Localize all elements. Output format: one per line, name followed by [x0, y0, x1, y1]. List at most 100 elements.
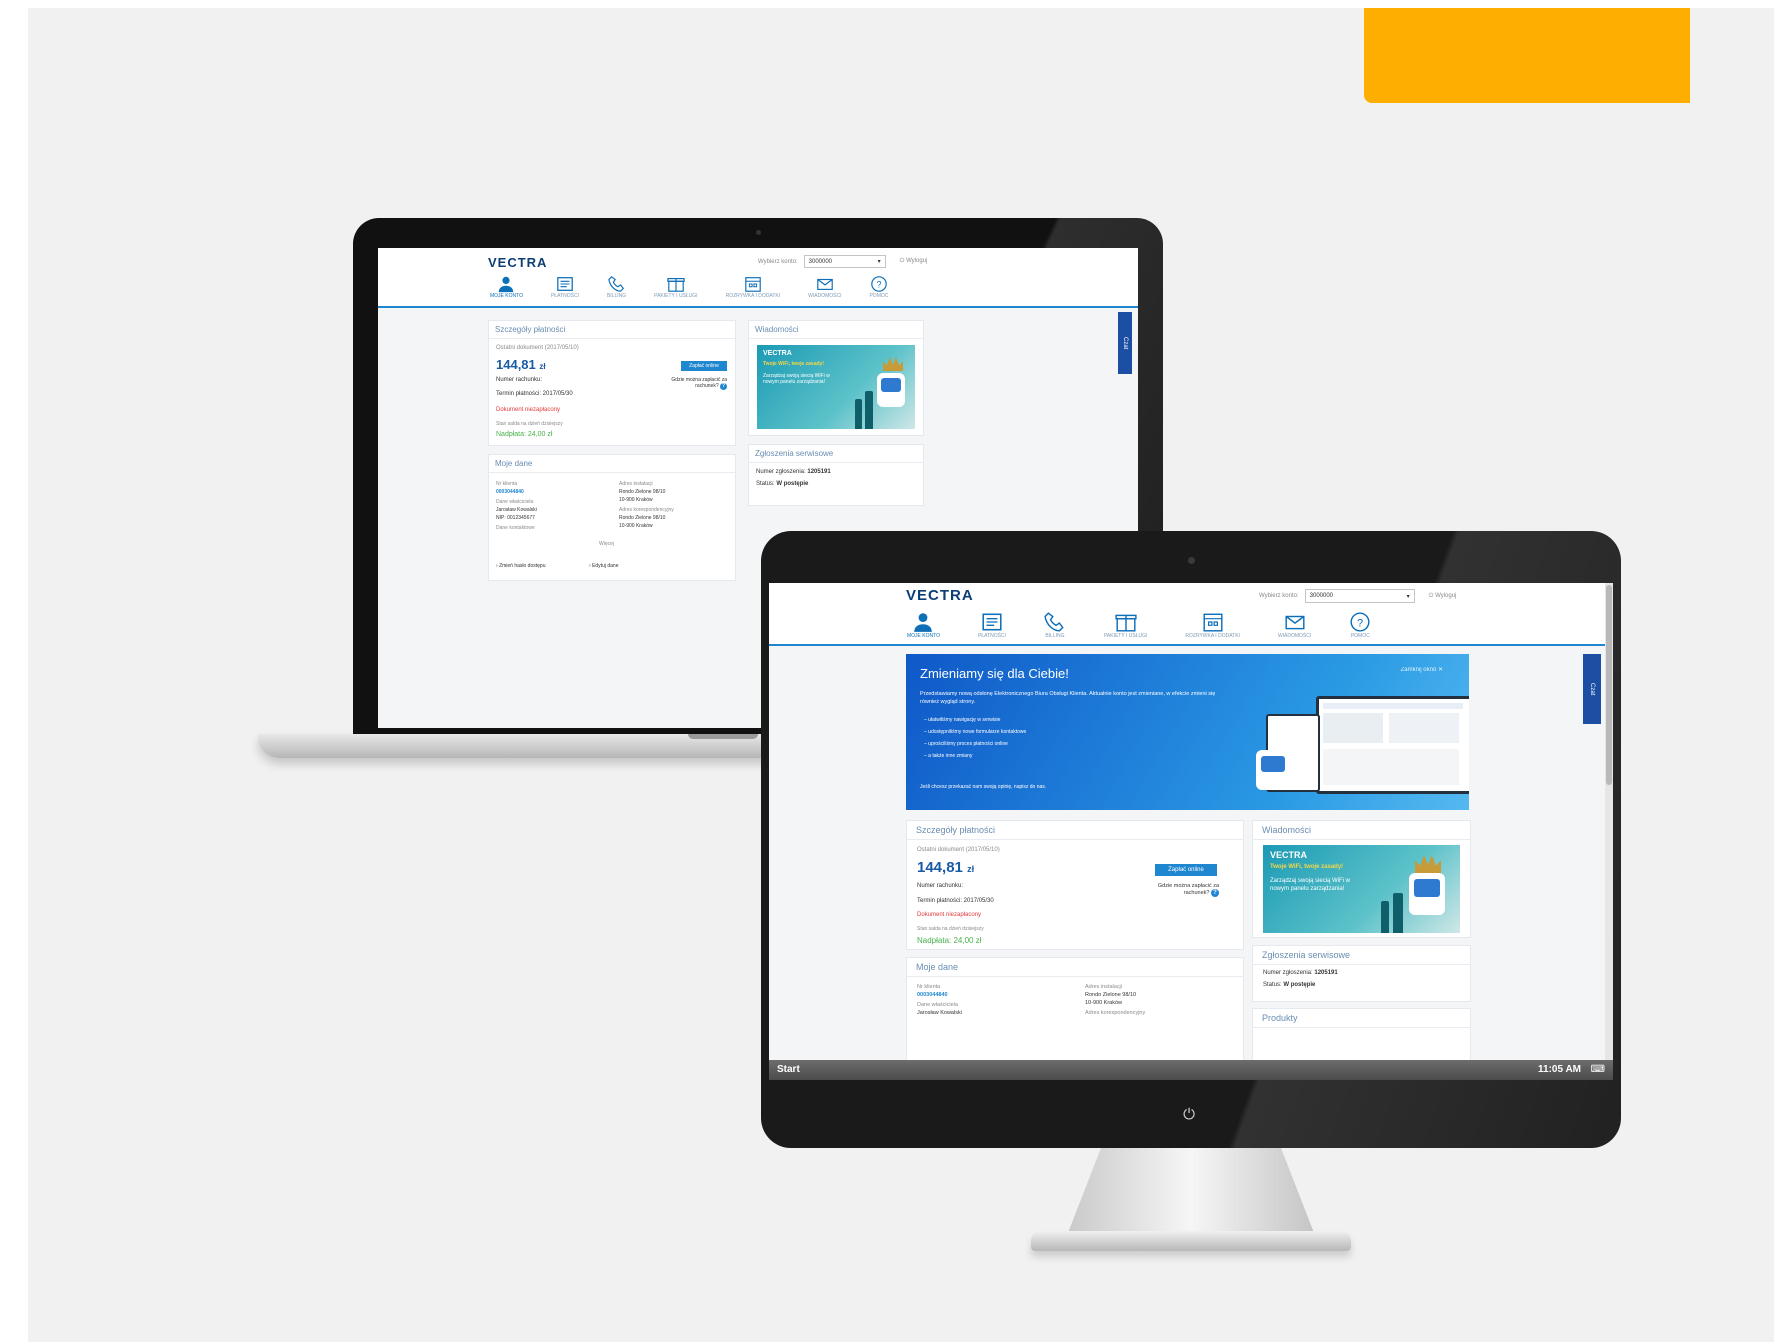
nav-moje-konto[interactable]: MOJE KONTO — [490, 275, 523, 299]
logout-link[interactable]: ⏻ Wyloguj — [1429, 593, 1457, 600]
service-requests-card: Zgłoszenia serwisowe Numer zgłoszenia: 1… — [748, 444, 924, 506]
svg-text:?: ? — [876, 280, 881, 290]
nav-wiadomosci[interactable]: WIADOMOŚCI — [1278, 611, 1311, 639]
more-link[interactable]: Więcej — [599, 541, 614, 547]
accent-tab — [1364, 8, 1690, 103]
main-nav: MOJE KONTO PŁATNOŚCI BILLING PAKIETY I U… — [907, 611, 1371, 639]
vectra-logo: VECTRA — [488, 255, 548, 270]
payments-card: Szczegóły płatności Ostatni dokument (20… — [488, 320, 736, 446]
nav-pakiety[interactable]: PAKIETY I USŁUGI — [654, 275, 698, 299]
phone-icon — [1044, 612, 1064, 632]
nav-platnosci[interactable]: PŁATNOŚCI — [978, 611, 1006, 639]
messages-card: Wiadomości VECTRA Twoje WiFi, twoje zasa… — [1252, 820, 1471, 938]
invoice-icon — [557, 277, 573, 291]
robot-mascot — [877, 373, 905, 407]
robot-mascot — [1256, 750, 1290, 790]
list-item: – udostępniliśmy nowe formularze kontakt… — [924, 729, 1027, 735]
pay-online-button[interactable]: Zapłać online — [1155, 864, 1217, 876]
client-number: 0003044840 — [496, 489, 524, 495]
chat-side-tab[interactable]: Czat — [1583, 654, 1601, 724]
payments-card: Szczegóły płatności Ostatni dokument (20… — [906, 820, 1244, 950]
account-select[interactable]: 3000000 ▾ — [803, 255, 886, 268]
mail-icon — [1285, 615, 1305, 630]
wifi-promo-banner[interactable]: VECTRA Twoje WiFi, twoje zasady! Zarządz… — [1263, 845, 1460, 933]
crown-icon — [883, 357, 903, 371]
help-icon: ? — [871, 276, 887, 292]
list-item: – ułatwiliśmy nawigację w serwisie — [924, 717, 1001, 723]
my-data-card: Moje dane Nr klienta 0003044840 Dane wła… — [488, 454, 736, 581]
crown-icon — [1415, 855, 1441, 873]
payment-amount: 144,81 zł — [496, 357, 546, 372]
scrollbar[interactable] — [1605, 583, 1613, 1080]
payments-title: Szczegóły płatności — [489, 321, 735, 339]
monitor-stand-neck — [1066, 1148, 1316, 1238]
logout-link[interactable]: ⏻ Wyloguj — [900, 258, 928, 265]
nav-pomoc[interactable]: ? POMOC — [1349, 611, 1371, 639]
start-button[interactable]: Start — [777, 1064, 800, 1075]
power-icon: ⏻ — [1183, 1106, 1195, 1123]
nav-rozrywka[interactable]: ROZRYWKA I DODATKI — [1185, 611, 1240, 639]
desktop-monitor: ⏻ VECTRA Wybierz konto: 3000000 ▾ ⏻ Wylo… — [761, 531, 1621, 1278]
overpayment-value: Nadpłata: 24,00 zł — [917, 936, 982, 945]
os-taskbar: Start 11:05 AM ⌨ — [769, 1060, 1613, 1080]
chevron-down-icon: ▾ — [877, 259, 881, 265]
question-icon: ? — [1211, 889, 1219, 897]
packages-icon — [667, 278, 685, 292]
calendar-icon — [745, 277, 761, 292]
user-icon — [499, 276, 514, 293]
payment-amount: 144,81 zł — [917, 859, 975, 876]
nav-wiadomosci[interactable]: WIADOMOŚCI — [808, 275, 841, 299]
calendar-icon — [1203, 613, 1223, 632]
edit-data-link[interactable]: › Edytuj dane — [589, 563, 618, 569]
svg-text:?: ? — [1357, 617, 1363, 629]
where-to-pay-link[interactable]: Gdzie można zapłacić za rachunek? ? — [667, 377, 727, 390]
change-password-link[interactable]: › Zmień hasło dostępu — [496, 563, 545, 569]
welcome-banner: Zmieniamy się dla Ciebie! Zamknij okno ✕… — [906, 654, 1469, 810]
payment-status: Dokument niezapłacony — [917, 912, 982, 918]
service-requests-card: Zgłoszenia serwisowe Numer zgłoszenia: 1… — [1252, 945, 1471, 1002]
pay-online-button[interactable]: Zapłać online — [681, 361, 727, 371]
mail-icon — [817, 278, 833, 290]
monitor-screen: VECTRA Wybierz konto: 3000000 ▾ ⏻ Wylogu… — [769, 583, 1613, 1080]
nav-billing[interactable]: BILLING — [607, 275, 626, 299]
where-to-pay-link[interactable]: Gdzie można zapłacić za rachunek? ? — [1139, 883, 1219, 897]
account-label: Wybierz konto: — [758, 258, 798, 265]
payment-status: Dokument niezapłacony — [496, 407, 561, 413]
payments-title: Szczegóły płatności — [907, 821, 1243, 840]
laptop-illustration — [1316, 696, 1469, 794]
close-banner-button[interactable]: Zamknij okno ✕ — [1401, 666, 1443, 673]
robot-mascot — [1409, 873, 1445, 915]
list-item: – a także inne zmiany — [924, 753, 973, 759]
account-switcher: Wybierz konto: 3000000 ▾ ⏻ Wyloguj — [758, 255, 927, 268]
camera-icon — [756, 230, 761, 235]
nav-rozrywka[interactable]: ROZRYWKA I DODATKI — [726, 275, 780, 299]
close-icon: ✕ — [1437, 667, 1443, 673]
nav-moje-konto[interactable]: MOJE KONTO — [907, 611, 940, 639]
showcase-background: VECTRA Wybierz konto: 3000000 ▾ ⏻ Wylogu… — [28, 8, 1774, 1342]
user-icon — [914, 613, 933, 632]
account-select[interactable]: 3000000 ▾ — [1304, 589, 1415, 603]
invoice-icon — [982, 613, 1002, 631]
banner-title: Zmieniamy się dla Ciebie! — [920, 666, 1069, 681]
account-label: Wybierz konto: — [1259, 593, 1299, 599]
nav-billing[interactable]: BILLING — [1044, 611, 1066, 639]
wifi-promo-banner[interactable]: VECTRA Twoje WiFi, twoje zasady! Zarządz… — [757, 345, 915, 429]
clock: 11:05 AM — [1538, 1064, 1581, 1075]
chevron-down-icon: ▾ — [1406, 593, 1410, 600]
packages-icon — [1115, 614, 1137, 632]
nav-pomoc[interactable]: ? POMOC — [869, 275, 888, 299]
messages-card: Wiadomości VECTRA Twoje WiFi, twoje zasa… — [748, 320, 924, 436]
banner-bullets: – ułatwiliśmy nawigację w serwisie – udo… — [924, 714, 1214, 762]
phone-icon — [607, 276, 624, 292]
nav-platnosci[interactable]: PŁATNOŚCI — [551, 275, 579, 299]
main-nav: MOJE KONTO PŁATNOŚCI BILLING PAKIETY I U… — [490, 275, 888, 299]
keyboard-icon: ⌨ — [1590, 1064, 1605, 1075]
monitor-stand-base — [1031, 1231, 1351, 1251]
list-item: – uprościliśmy proces płatności online — [924, 741, 1008, 747]
my-data-card: Moje dane Nr klienta 0003044840 Dane wła… — [906, 957, 1244, 1070]
help-icon: ? — [1350, 612, 1370, 632]
app-header: VECTRA Wybierz konto: 3000000 ▾ ⏻ Wylogu… — [769, 583, 1613, 646]
nav-pakiety[interactable]: PAKIETY I USŁUGI — [1104, 611, 1147, 639]
chat-side-tab[interactable]: Czat — [1118, 312, 1132, 374]
vectra-logo: VECTRA — [906, 587, 974, 604]
